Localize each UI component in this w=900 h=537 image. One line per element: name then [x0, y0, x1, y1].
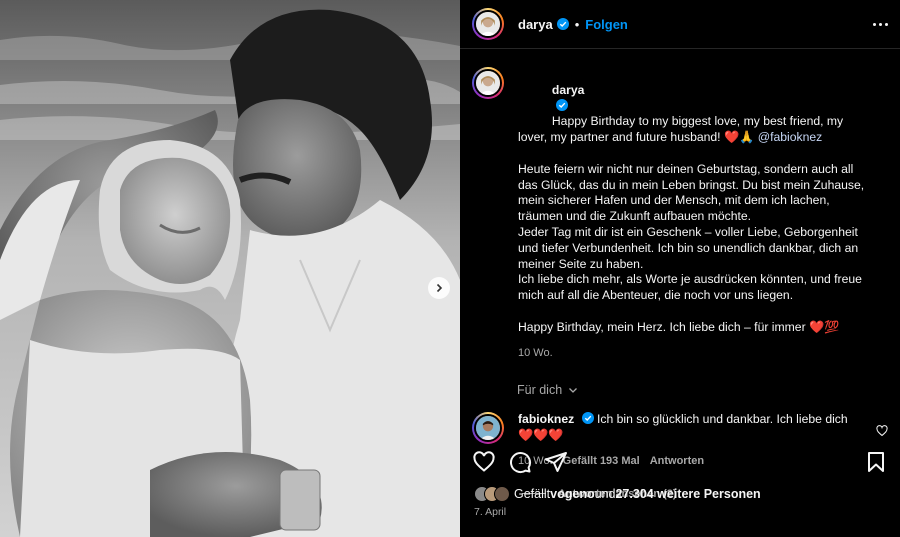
follow-button[interactable]: Folgen [585, 17, 628, 32]
action-bar [460, 448, 900, 476]
likes-user[interactable]: vogeno [550, 487, 594, 501]
more-options-icon[interactable] [873, 22, 888, 26]
chevron-right-icon [436, 283, 443, 293]
verified-badge-icon [556, 18, 569, 30]
caption-body: Heute feiern wir nicht nur deinen Geburt… [518, 161, 865, 334]
author-avatar[interactable] [472, 8, 504, 40]
post-dialog: darya • Folgen darya Happy Birthday to m… [0, 0, 900, 537]
likes-count[interactable]: 27.304 weitere Personen [615, 487, 760, 501]
for-you-label: Für dich [517, 383, 563, 398]
comment-bubble-icon[interactable] [508, 450, 532, 474]
comment-like-heart-icon[interactable] [876, 425, 888, 437]
caption-text-block: darya Happy Birthday to my biggest love,… [518, 67, 868, 361]
author-username[interactable]: darya [518, 17, 553, 32]
caption-author-avatar[interactable] [472, 67, 504, 99]
verified-badge-icon [555, 98, 568, 111]
likes-middle: und [594, 487, 616, 501]
heart-icon[interactable] [472, 450, 496, 474]
commenter-username[interactable]: fabioknez [518, 412, 574, 426]
caption-username[interactable]: darya [552, 83, 585, 97]
liker-avatars [474, 486, 510, 502]
post-photo [0, 0, 460, 537]
post-caption: darya Happy Birthday to my biggest love,… [460, 49, 900, 361]
bookmark-icon[interactable] [864, 450, 888, 474]
likes-summary[interactable]: Gefällt vogeno und 27.304 weitere Person… [474, 486, 761, 502]
avatar-image [476, 71, 500, 95]
post-header: darya • Folgen [460, 0, 900, 49]
post-date: 7. April [474, 506, 507, 518]
avatar-image [476, 12, 500, 36]
for-you-filter[interactable]: Für dich [517, 383, 900, 397]
caption-time: 10 Wo. [518, 346, 553, 359]
caption-mention-link[interactable]: @fabioknez [758, 130, 823, 144]
post-sidebar: darya • Folgen darya Happy Birthday to m… [460, 0, 900, 537]
couple-photo-image [0, 0, 460, 537]
likes-prefix: Gefällt [514, 487, 551, 501]
avatar-image [476, 416, 500, 441]
paper-plane-icon[interactable] [544, 450, 568, 474]
chevron-down-icon [569, 388, 578, 394]
commenter-avatar[interactable] [472, 412, 504, 445]
verified-badge-icon [581, 412, 594, 425]
next-photo-button[interactable] [428, 277, 450, 299]
separator-dot: • [574, 16, 580, 32]
